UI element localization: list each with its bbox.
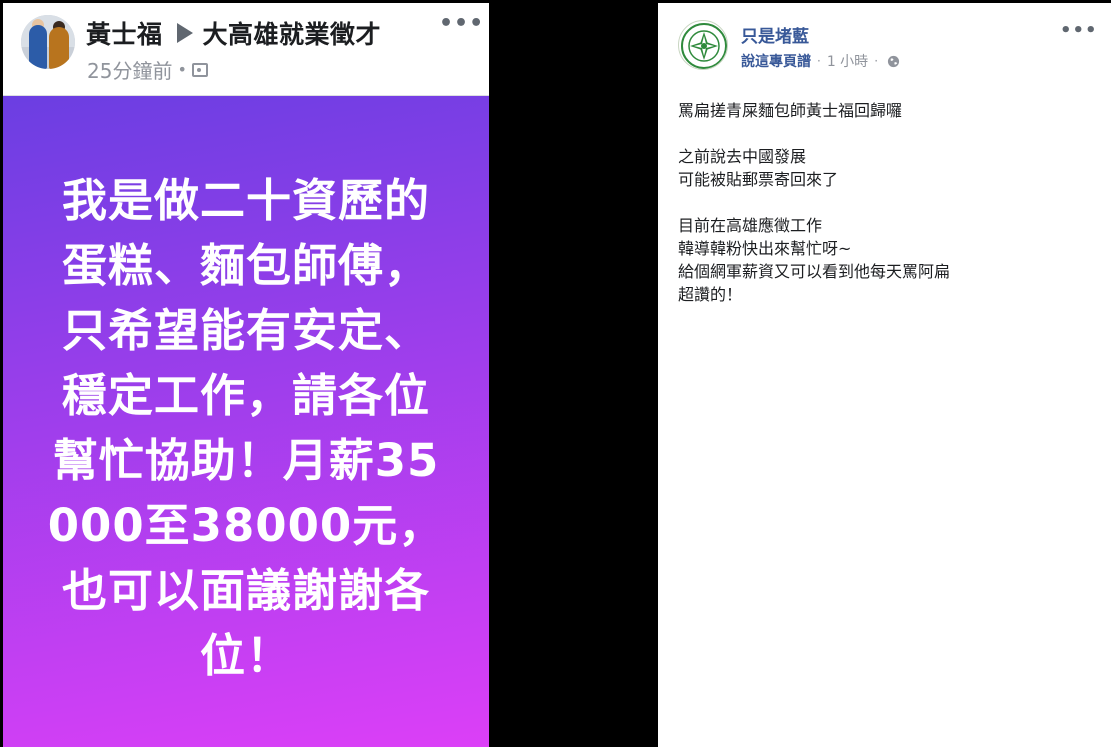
post-paragraph: 罵扁搓青屎麵包師黃士福回歸囉: [678, 101, 903, 120]
left-post-header: 黃士福 大高雄就業徵才 25分鐘前 • •••: [3, 3, 489, 95]
more-options-button[interactable]: •••: [439, 13, 483, 39]
more-options-button[interactable]: •••: [1060, 22, 1097, 43]
author-avatar[interactable]: [21, 15, 75, 69]
meta-separator: ·: [817, 54, 821, 68]
globe-icon[interactable]: [887, 55, 900, 68]
page-name-link[interactable]: 只是堵藍: [741, 22, 809, 47]
card-message: 我是做二十資歷的蛋糕、麵包師傅，只希望能有安定、穩定工作，請各位幫忙協助！月薪3…: [47, 174, 445, 682]
post-timestamp[interactable]: 1 小時: [827, 51, 868, 71]
post-timestamp[interactable]: 25分鐘前: [87, 55, 172, 84]
right-page-post: 只是堵藍 說這專頁譜 · 1 小時 · ••• 罵扁搓青屎麵包師黃士福回歸囉 之…: [658, 3, 1111, 747]
photo-icon: [191, 62, 208, 77]
page-avatar[interactable]: [678, 20, 728, 70]
meta-separator: •: [177, 60, 187, 79]
post-paragraph: 目前在高雄應徵工作 韓導韓粉快出來幫忙呀~ 給個網軍薪資又可以看到他每天罵阿扁 …: [678, 216, 951, 304]
post-body: 罵扁搓青屎麵包師黃士福回歸囉 之前說去中國發展 可能被貼郵票寄回來了 目前在高雄…: [678, 99, 1098, 329]
left-post-screenshot: 黃士福 大高雄就業徵才 25分鐘前 • ••• 我是做二十資歷的蛋糕、麵包師傅，…: [3, 3, 489, 747]
right-post-meta: 說這專頁譜 · 1 小時 ·: [741, 51, 900, 71]
left-post-title: 黃士福 大高雄就業徵才: [86, 15, 381, 51]
colored-text-card: 我是做二十資歷的蛋糕、麵包師傅，只希望能有安定、穩定工作，請各位幫忙協助！月薪3…: [3, 96, 489, 747]
meta-separator: ·: [874, 54, 879, 68]
posted-by-link[interactable]: 說這專頁譜: [741, 51, 811, 71]
shared-to-arrow-icon: [176, 23, 193, 43]
left-post-meta: 25分鐘前 •: [87, 55, 208, 84]
author-name[interactable]: 黃士福: [86, 15, 163, 51]
post-paragraph: 之前說去中國發展 可能被貼郵票寄回來了: [678, 147, 839, 189]
group-name[interactable]: 大高雄就業徵才: [203, 15, 382, 51]
